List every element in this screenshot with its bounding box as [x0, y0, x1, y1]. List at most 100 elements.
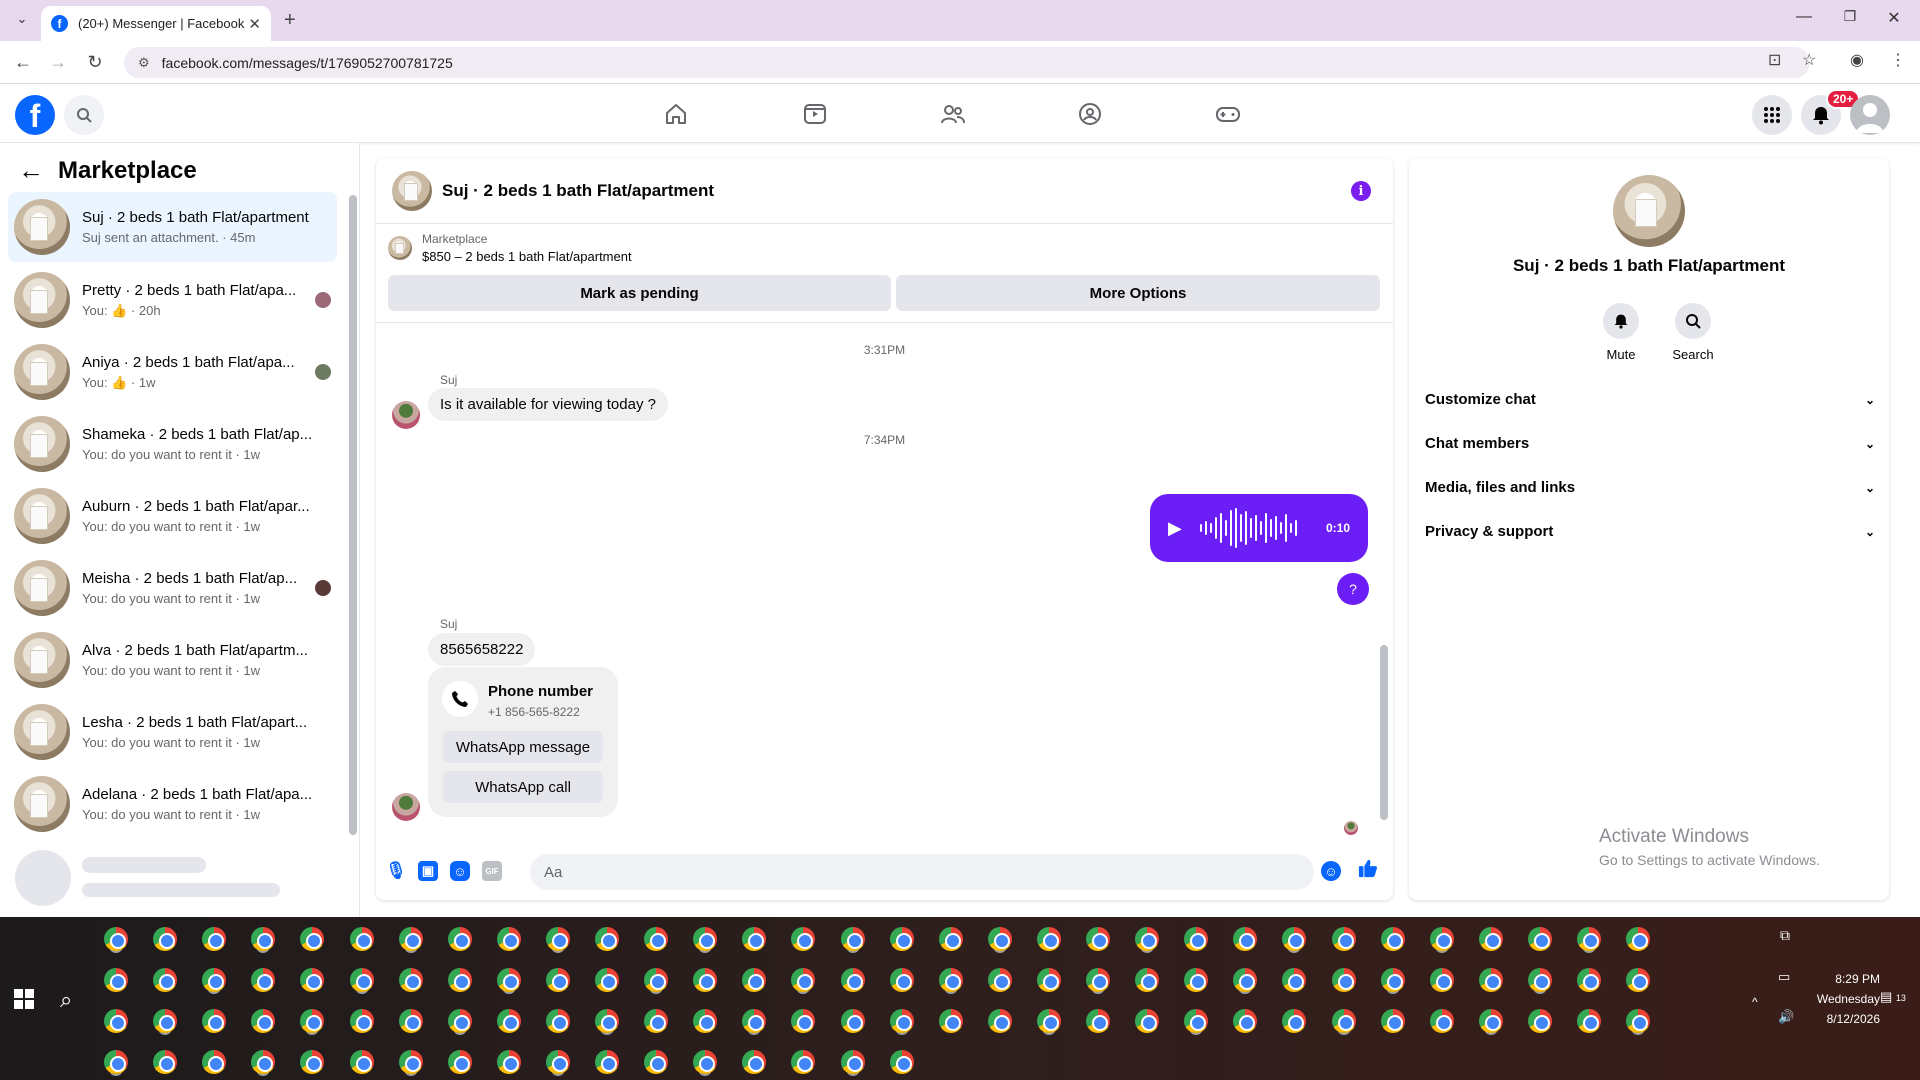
taskbar-app-icon[interactable]: [840, 968, 865, 992]
taskbar-app-icon[interactable]: [1331, 927, 1356, 951]
taskbar-app-icon[interactable]: [1577, 968, 1601, 992]
taskbar-app-icon[interactable]: [545, 1009, 570, 1033]
conversation-item[interactable]: Lesha · 2 beds 1 bath Flat/apart... You: …: [8, 697, 337, 767]
restore-button[interactable]: ❐: [1832, 8, 1868, 25]
taskbar-app-icon[interactable]: [1626, 1009, 1651, 1033]
taskbar-app-icon[interactable]: [349, 927, 374, 951]
taskbar-app-icon[interactable]: [1233, 968, 1258, 992]
taskbar-app-icon[interactable]: [398, 968, 423, 992]
media-files-section[interactable]: Media, files and links ⌄: [1425, 479, 1875, 496]
back-arrow-icon[interactable]: ←: [18, 155, 44, 186]
page-scrollbar[interactable]: [1904, 85, 1920, 915]
bookmark-star-icon[interactable]: ☆: [1802, 50, 1816, 70]
taskbar-app-icon[interactable]: [1282, 1009, 1307, 1033]
taskbar-app-icon[interactable]: [300, 968, 325, 992]
taskbar-app-icon[interactable]: [1135, 927, 1160, 951]
omnibox[interactable]: ⚙ facebook.com/messages/t/17690527007817…: [124, 47, 1810, 78]
conversation-item[interactable]: Adelana · 2 beds 1 bath Flat/apa... You: …: [8, 769, 337, 839]
conversation-item[interactable]: Meisha · 2 beds 1 bath Flat/ap... You: do…: [8, 553, 337, 623]
taskbar-app-icon[interactable]: [987, 1009, 1012, 1033]
chat-title[interactable]: Suj · 2 beds 1 bath Flat/apartment: [442, 181, 714, 201]
taskbar-app-icon[interactable]: [1086, 927, 1110, 951]
taskbar-app-icon[interactable]: [202, 968, 227, 992]
voice-message[interactable]: ▶ 0:10: [1150, 494, 1368, 562]
mark-pending-button[interactable]: Mark as pending: [388, 275, 891, 311]
gif-icon[interactable]: GIF: [482, 861, 502, 881]
taskbar-app-icon[interactable]: [202, 927, 227, 951]
outgoing-message[interactable]: ?: [1337, 573, 1369, 605]
mute-button[interactable]: Mute: [1593, 303, 1649, 362]
taskbar-app-icon[interactable]: [349, 1050, 374, 1074]
forward-icon[interactable]: →: [47, 52, 69, 73]
taskbar-app-icon[interactable]: [1135, 968, 1160, 992]
taskbar-app-icon[interactable]: [938, 927, 963, 951]
taskbar-app-icon[interactable]: [791, 1009, 816, 1033]
taskbar-app-icon[interactable]: [153, 927, 178, 951]
conversation-item[interactable]: Aniya · 2 beds 1 bath Flat/apa... You: 👍 …: [8, 337, 337, 407]
search-conversation-button[interactable]: Search: [1665, 303, 1721, 362]
taskbar-app-icon[interactable]: [398, 1009, 423, 1033]
taskbar-app-icon[interactable]: [595, 1009, 619, 1033]
sender-avatar[interactable]: [392, 793, 420, 821]
taskbar-app-icon[interactable]: [1184, 927, 1209, 951]
video-nav-icon[interactable]: [800, 99, 830, 129]
taskbar-app-icon[interactable]: [693, 927, 718, 951]
taskbar-app-icon[interactable]: [104, 968, 128, 992]
taskbar-app-icon[interactable]: [398, 927, 423, 951]
taskbar-app-icon[interactable]: [1577, 1009, 1601, 1033]
taskbar-app-icon[interactable]: [987, 968, 1012, 992]
incoming-message[interactable]: Is it available for viewing today ?: [428, 388, 668, 421]
taskbar-app-icon[interactable]: [1478, 968, 1503, 992]
taskbar-app-icon[interactable]: [1380, 927, 1405, 951]
taskbar-app-icon[interactable]: [1527, 1009, 1552, 1033]
taskbar-app-icon[interactable]: [447, 927, 472, 951]
taskbar-app-icon[interactable]: [300, 927, 325, 951]
taskbar-app-icon[interactable]: [1282, 968, 1307, 992]
taskbar-app-icon[interactable]: [742, 968, 767, 992]
taskbar-app-icon[interactable]: [447, 1009, 472, 1033]
notification-center-icon[interactable]: ▤ 13: [1880, 989, 1906, 1005]
taskbar-app-icon[interactable]: [840, 1050, 865, 1074]
taskbar-app-icon[interactable]: [889, 1009, 914, 1033]
taskbar-app-icon[interactable]: [251, 968, 276, 992]
taskbar-app-icon[interactable]: [545, 968, 570, 992]
facebook-search-button[interactable]: [64, 95, 104, 135]
taskbar-app-icon[interactable]: [644, 1009, 669, 1033]
taskbar-app-icon[interactable]: [1036, 1009, 1061, 1033]
taskbar-app-icon[interactable]: [595, 1050, 619, 1074]
task-view-icon[interactable]: ⧉: [1780, 927, 1790, 944]
taskbar-app-icon[interactable]: [447, 1050, 472, 1074]
site-info-icon[interactable]: ⚙: [138, 55, 150, 71]
taskbar-app-icon[interactable]: [644, 1050, 669, 1074]
taskbar-app-icon[interactable]: [153, 968, 178, 992]
taskbar-app-icon[interactable]: [496, 1009, 521, 1033]
customize-chat-section[interactable]: Customize chat ⌄: [1425, 391, 1875, 408]
sender-avatar[interactable]: [392, 401, 420, 429]
taskbar-search-icon[interactable]: ⌕: [60, 987, 72, 1013]
gaming-nav-icon[interactable]: [1213, 99, 1243, 129]
menu-grid-button[interactable]: [1752, 95, 1792, 135]
taskbar-app-icon[interactable]: [644, 968, 669, 992]
taskbar-app-icon[interactable]: [1626, 968, 1651, 992]
conversation-item[interactable]: Pretty · 2 beds 1 bath Flat/apa... You: 👍…: [8, 265, 337, 335]
taskbar-app-icon[interactable]: [1331, 968, 1356, 992]
taskbar-app-icon[interactable]: [742, 1050, 767, 1074]
thumbs-up-icon[interactable]: [1358, 858, 1378, 878]
chat-members-section[interactable]: Chat members ⌄: [1425, 435, 1875, 452]
taskbar-app-icon[interactable]: [1184, 1009, 1209, 1033]
taskbar-app-icon[interactable]: [840, 927, 865, 951]
taskbar-app-icon[interactable]: [889, 1050, 914, 1074]
message-input[interactable]: [530, 854, 1314, 890]
back-icon[interactable]: ←: [12, 52, 34, 73]
reload-icon[interactable]: ↻: [84, 52, 106, 73]
windows-start-icon[interactable]: [14, 989, 34, 1009]
taskbar-app-icon[interactable]: [840, 1009, 865, 1033]
account-avatar[interactable]: [1850, 95, 1890, 135]
taskbar-app-icon[interactable]: [153, 1050, 178, 1074]
install-app-icon[interactable]: ⊡: [1768, 50, 1781, 70]
profile-icon[interactable]: ◉: [1850, 50, 1864, 70]
conversation-item[interactable]: Shameka · 2 beds 1 bath Flat/ap... You: d…: [8, 409, 337, 479]
taskbar-app-icon[interactable]: [938, 1009, 963, 1033]
taskbar-app-icon[interactable]: [1135, 1009, 1160, 1033]
taskbar-app-icon[interactable]: [693, 1050, 718, 1074]
